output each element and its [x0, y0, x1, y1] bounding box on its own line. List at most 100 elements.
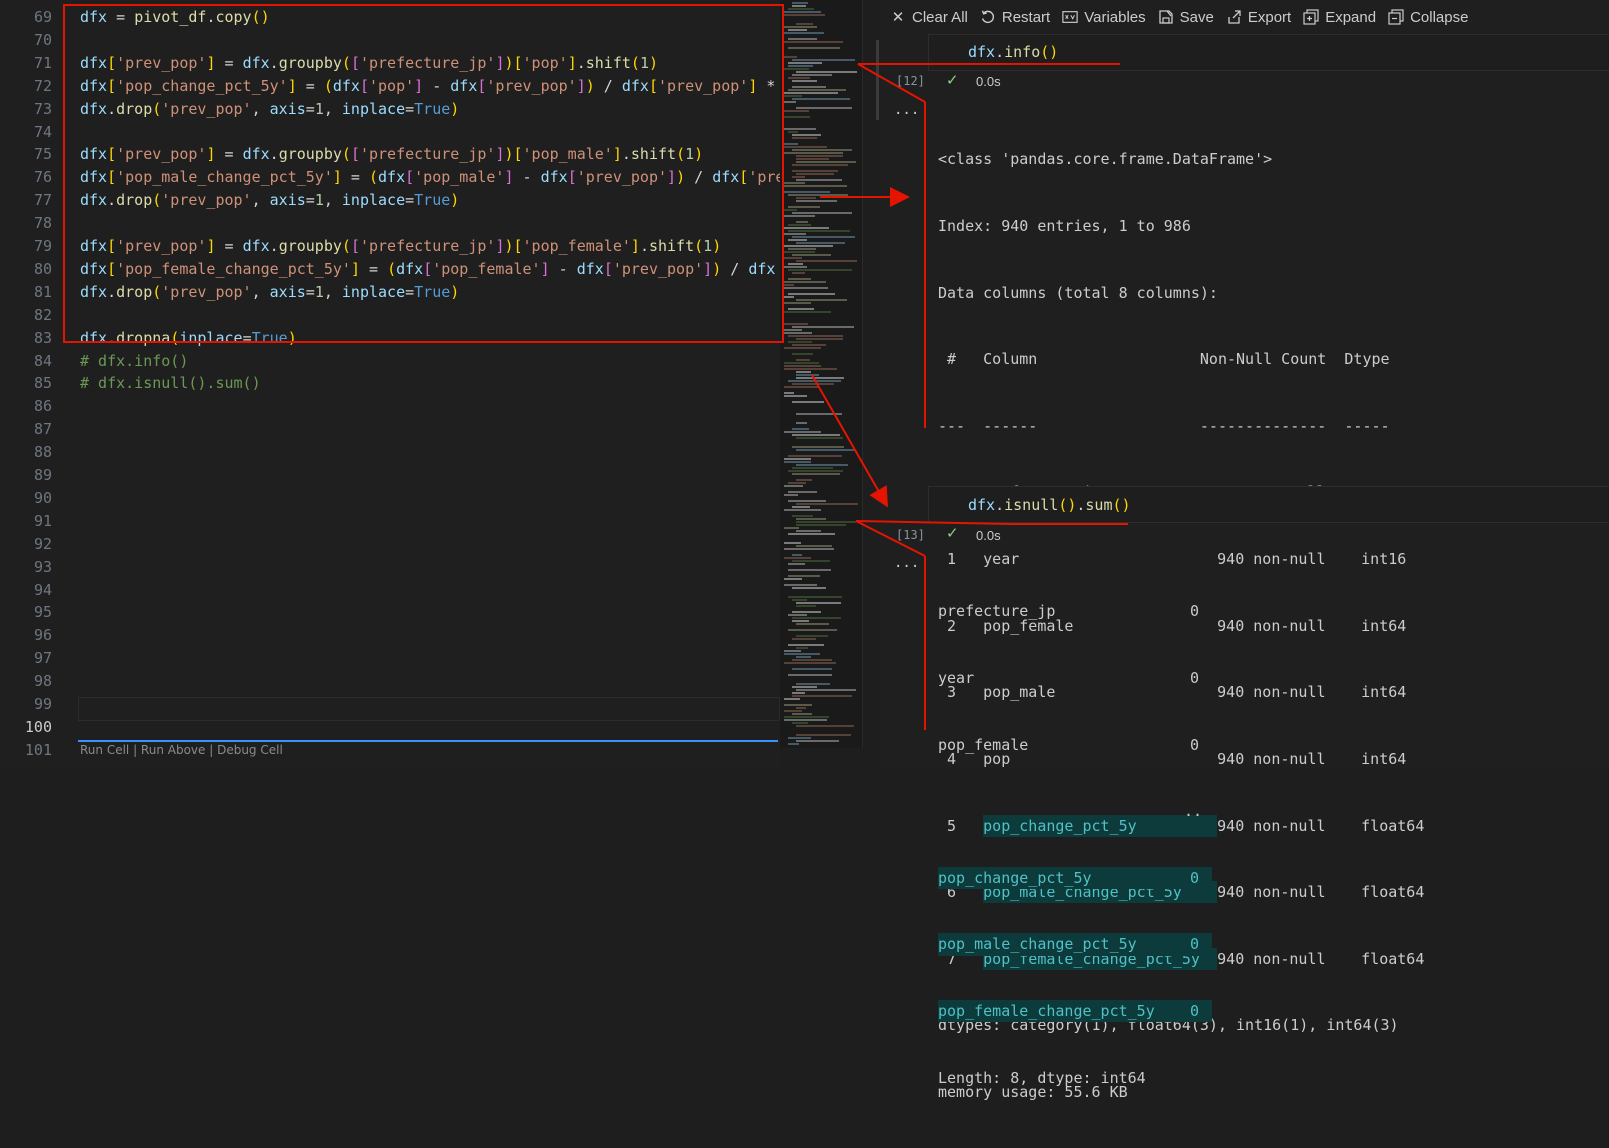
minimap-line	[784, 698, 800, 700]
minimap-line	[788, 47, 840, 49]
minimap-line	[784, 14, 825, 16]
code-editor[interactable]: 69 70 71 72 73 74 75 76 77 78 79 80 81 82 83 84 85 86 87 88…	[0, 0, 780, 768]
minimap-line	[796, 437, 843, 439]
minimap-line	[788, 335, 843, 337]
minimap-line	[788, 737, 811, 739]
current-line-highlight[interactable]	[78, 697, 780, 721]
minimap-line	[792, 164, 848, 166]
save-button[interactable]: Save	[1158, 9, 1214, 26]
minimap-line	[796, 518, 826, 520]
minimap-line	[784, 233, 806, 235]
minimap-line	[788, 380, 842, 382]
minimap[interactable]	[780, 0, 862, 748]
minimap-line	[784, 209, 798, 211]
line-number: 91	[33, 511, 52, 530]
line-number: 82	[33, 305, 52, 324]
minimap-line	[796, 179, 843, 181]
code-line-85[interactable]: # dfx.isnull().sum()	[80, 372, 261, 395]
collapse-button[interactable]: Collapse	[1388, 9, 1468, 26]
minimap-line	[784, 557, 812, 559]
minimap-line	[792, 722, 809, 724]
vertical-scrollbar[interactable]	[862, 0, 877, 748]
minimap-line	[784, 485, 804, 487]
minimap-line	[788, 500, 827, 502]
line-number: 101	[24, 740, 52, 759]
line-number: 83	[33, 328, 52, 347]
minimap-line	[792, 611, 821, 613]
code-area[interactable]: dfx = pivot_df.copy() dfx['prev_pop'] = …	[80, 6, 780, 746]
output-menu-icon[interactable]: ···	[894, 106, 919, 122]
minimap-line	[784, 719, 828, 721]
minimap-line	[792, 668, 832, 670]
code-line-69[interactable]: dfx = pivot_df.copy()	[80, 6, 270, 29]
minimap-line	[796, 299, 848, 301]
variables-button[interactable]: Variables	[1062, 9, 1146, 26]
minimap-line	[784, 227, 829, 229]
cell-12-code[interactable]: dfx.info()	[968, 43, 1058, 61]
scrollbar-thumb[interactable]	[876, 40, 879, 120]
minimap-line	[784, 92, 838, 94]
minimap-line	[788, 341, 812, 343]
minimap-line	[792, 428, 809, 430]
output-menu-icon[interactable]: ···	[894, 559, 919, 575]
export-button[interactable]: Export	[1226, 9, 1291, 26]
minimap-line	[784, 347, 822, 349]
minimap-line	[792, 467, 833, 469]
code-line-81[interactable]: dfx.drop('prev_pop', axis=1, inplace=Tru…	[80, 281, 459, 304]
interactive-window: ✕ Clear All Restart Variables Save Expor…	[880, 0, 1609, 1101]
minimap-line	[788, 482, 807, 484]
minimap-line	[788, 575, 821, 577]
restart-button[interactable]: Restart	[980, 9, 1050, 26]
minimap-line	[784, 509, 821, 511]
output-line: <class 'pandas.core.frame.DataFrame'>	[938, 150, 1273, 169]
minimap-line	[784, 578, 802, 580]
minimap-line	[796, 377, 844, 379]
minimap-line	[784, 68, 809, 70]
minimap-line	[792, 695, 853, 697]
minimap-line	[788, 8, 814, 10]
minimap-line	[792, 506, 811, 508]
cell-13-code[interactable]: dfx.isnull().sum()	[968, 496, 1131, 514]
code-line-83[interactable]: dfx.dropna(inplace=True)	[80, 327, 297, 350]
minimap-line	[796, 158, 829, 160]
line-number: 100	[24, 717, 52, 736]
minimap-line	[788, 743, 799, 745]
code-line-73[interactable]: dfx.drop('prev_pop', axis=1, inplace=Tru…	[80, 98, 459, 121]
minimap-line	[788, 278, 812, 280]
minimap-line	[788, 533, 835, 535]
code-line-77[interactable]: dfx.drop('prev_pop', axis=1, inplace=Tru…	[80, 189, 459, 212]
minimap-line	[792, 236, 856, 238]
minimap-line	[792, 686, 818, 688]
code-line-72[interactable]: dfx['pop_change_pct_5y'] = (dfx['pop'] -…	[80, 75, 775, 98]
line-number: 96	[33, 626, 52, 645]
minimap-line	[792, 599, 808, 601]
line-number: 94	[33, 580, 52, 599]
minimap-line	[784, 128, 817, 130]
minimap-line	[784, 257, 802, 259]
minimap-line	[796, 683, 831, 685]
code-line-71[interactable]: dfx['prev_pop'] = dfx.groupby(['prefectu…	[80, 52, 658, 75]
minimap-line	[784, 365, 822, 367]
minimap-line	[796, 338, 843, 340]
series-row: year 0	[938, 669, 1200, 688]
code-line-80[interactable]: dfx['pop_female_change_pct_5y'] = (dfx['…	[80, 258, 775, 281]
minimap-line	[788, 194, 848, 196]
code-line-79[interactable]: dfx['prev_pop'] = dfx.groupby(['prefectu…	[80, 235, 721, 258]
minimap-line	[792, 353, 814, 355]
expand-button[interactable]: Expand	[1303, 9, 1376, 26]
minimap-line	[792, 434, 841, 436]
series-row: pop_male_change_pct_5y 0	[938, 933, 1212, 956]
cell-12-duration: 0.0s	[976, 74, 1001, 89]
clear-all-button[interactable]: ✕ Clear All	[890, 9, 968, 27]
minimap-line	[796, 656, 812, 658]
code-line-75[interactable]: dfx['prev_pop'] = dfx.groupby(['prefectu…	[80, 143, 703, 166]
minimap-line	[784, 653, 820, 655]
minimap-line	[796, 449, 856, 451]
minimap-line	[784, 95, 803, 97]
code-line-76[interactable]: dfx['pop_male_change_pct_5y'] = (dfx['po…	[80, 166, 780, 189]
code-line-84[interactable]: # dfx.info()	[80, 350, 188, 373]
codelens-actions[interactable]: Run Cell | Run Above | Debug Cell	[80, 743, 283, 757]
minimap-line	[788, 470, 843, 472]
minimap-line	[792, 254, 831, 256]
minimap-line	[792, 515, 813, 517]
